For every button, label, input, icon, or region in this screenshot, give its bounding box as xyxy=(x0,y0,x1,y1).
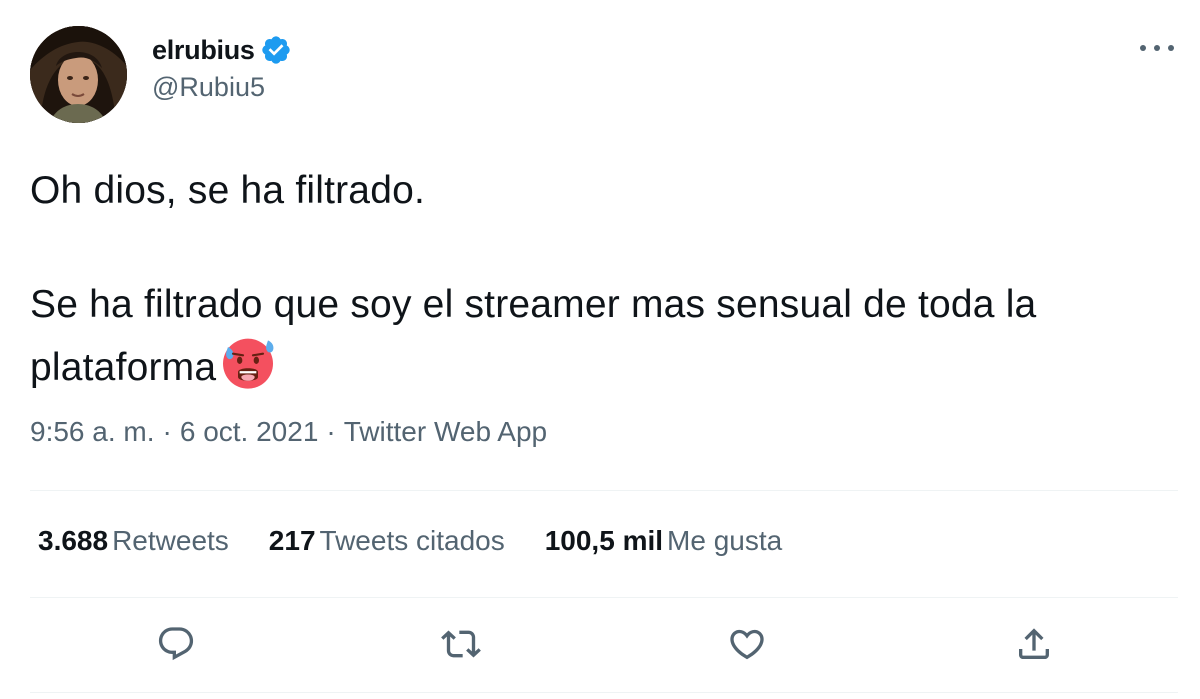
more-dot xyxy=(1140,45,1146,51)
tweet-time[interactable]: 9:56 a. m. xyxy=(30,416,155,448)
tweet-line-1: Oh dios, se ha filtrado. xyxy=(30,169,426,212)
quotes-label: Tweets citados xyxy=(319,525,505,556)
quotes-count: 217 xyxy=(268,525,316,556)
retweets-stat[interactable]: 3.688 Retweets xyxy=(38,525,229,557)
author-name-row: elrubius xyxy=(152,32,292,68)
avatar[interactable] xyxy=(30,26,127,123)
retweets-label: Retweets xyxy=(112,525,229,556)
retweet-icon xyxy=(441,630,481,658)
likes-count: 100,5 mil xyxy=(544,525,664,556)
tweet-date[interactable]: 6 oct. 2021 xyxy=(180,416,319,448)
like-button[interactable] xyxy=(724,621,770,667)
heart-icon xyxy=(730,629,764,660)
share-icon xyxy=(1019,628,1049,659)
profile-photo xyxy=(30,26,127,123)
tweet-actions xyxy=(0,621,1200,671)
author-block: elrubius @Rubiu5 xyxy=(152,32,292,103)
reply-button[interactable] xyxy=(153,621,199,667)
tweet-stats: 3.688 Retweets 217 Tweets citados 100,5 mi… xyxy=(38,525,822,557)
likes-stat[interactable]: 100,5 mil Me gusta xyxy=(545,525,782,557)
tweet-text: Oh dios, se ha filtrado. Se ha filtrado … xyxy=(30,163,1180,395)
divider xyxy=(30,490,1178,491)
tweet-line-2: Se ha filtrado que soy el streamer mas s… xyxy=(30,277,1180,395)
verified-badge-icon xyxy=(260,34,292,66)
tweet-source[interactable]: Twitter Web App xyxy=(344,416,547,448)
more-options-icon[interactable] xyxy=(1140,36,1174,60)
divider xyxy=(30,692,1178,693)
author-handle[interactable]: @Rubiu5 xyxy=(152,72,292,103)
reply-icon xyxy=(158,627,194,661)
hot-sweating-face-emoji xyxy=(218,332,278,392)
more-dot xyxy=(1168,45,1174,51)
share-button[interactable] xyxy=(1011,621,1057,667)
retweets-count: 3.688 xyxy=(38,525,109,556)
tweet-line-2-text: Se ha filtrado que soy el streamer mas s… xyxy=(30,283,1037,389)
more-dot xyxy=(1154,45,1160,51)
retweet-button[interactable] xyxy=(438,621,484,667)
meta-separator: · xyxy=(162,416,172,447)
likes-label: Me gusta xyxy=(667,525,783,556)
divider xyxy=(30,597,1178,598)
display-name[interactable]: elrubius xyxy=(152,35,255,66)
quotes-stat[interactable]: 217 Tweets citados xyxy=(269,525,505,557)
tweet-meta: 9:56 a. m. · 6 oct. 2021 · Twitter Web A… xyxy=(30,416,547,448)
tweet-card: elrubius @Rubiu5 Oh dios, se ha filtrado… xyxy=(0,0,1200,699)
meta-separator: · xyxy=(326,416,336,447)
